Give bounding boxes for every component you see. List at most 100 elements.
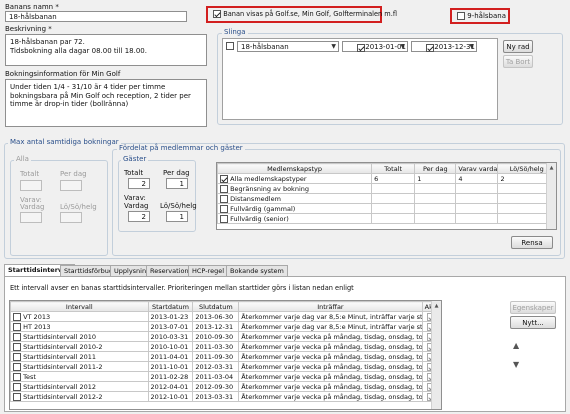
table-cell[interactable]: 2010-10-01 bbox=[147, 341, 194, 352]
gaster-totalt-input[interactable]: 2 bbox=[128, 178, 150, 189]
ta-bort-button[interactable]: Ta Bort bbox=[503, 55, 533, 68]
move-up-icon[interactable]: ▲ bbox=[513, 341, 519, 350]
table-cell[interactable]: 2013-12-31 bbox=[192, 321, 240, 332]
scroll-up-icon[interactable]: ▲ bbox=[547, 163, 556, 173]
table-row[interactable]: Fullvärdig (senior) bbox=[217, 213, 556, 224]
beskrivning-textarea[interactable]: 18-hålsbanan par 72. Tidsbokning alla da… bbox=[5, 34, 207, 66]
table-cell[interactable]: 2011-02-28 bbox=[147, 371, 194, 382]
table-cell[interactable]: 6 bbox=[371, 173, 416, 184]
table-cell[interactable]: Återkommer varje vecka på måndag, tisdag… bbox=[238, 331, 423, 342]
row-checkbox[interactable] bbox=[13, 382, 21, 391]
egenskaper-button[interactable]: Egenskaper bbox=[510, 301, 556, 314]
table-cell[interactable]: Fullvärdig (senior) bbox=[217, 213, 373, 224]
table-row[interactable]: HT 2013 2013-07-01 2013-12-31 Återkommer va… bbox=[10, 321, 441, 332]
table-cell[interactable]: Fullvärdig (gammal) bbox=[217, 203, 373, 214]
alla-helg-input[interactable] bbox=[60, 212, 82, 223]
table-cell[interactable]: Distansmedlem bbox=[217, 193, 373, 204]
table-row[interactable]: Fullvärdig (gammal) bbox=[217, 203, 556, 214]
table-cell[interactable]: 2012-09-30 bbox=[192, 381, 240, 392]
table-cell[interactable]: 2012-10-01 bbox=[147, 391, 194, 402]
table-cell[interactable]: Starttidsintervall 2010-2 bbox=[10, 341, 149, 352]
move-down-icon[interactable]: ▼ bbox=[513, 360, 519, 369]
nine-hole-checkbox-box[interactable] bbox=[457, 12, 465, 20]
table-cell[interactable] bbox=[371, 213, 416, 224]
slinga-from-checkbox[interactable] bbox=[357, 44, 365, 52]
slinga-to-date[interactable]: 2013-12-31 ▼ bbox=[411, 41, 477, 52]
slinga-from-date[interactable]: 2013-01-01 ▼ bbox=[342, 41, 408, 52]
bokningsinfo-textarea[interactable]: Under tiden 1/4 - 31/10 är 4 tider per t… bbox=[5, 79, 207, 127]
table-cell[interactable]: 4 bbox=[455, 173, 499, 184]
table-cell[interactable]: Starttidsintervall 2011 bbox=[10, 351, 149, 362]
table-cell[interactable]: Återkommer varje dag var 8,5:e Minut, in… bbox=[238, 311, 423, 322]
table-cell[interactable]: 2011-03-04 bbox=[192, 371, 240, 382]
table-cell[interactable]: 2012-03-31 bbox=[192, 361, 240, 372]
alla-totalt-input[interactable] bbox=[20, 180, 42, 191]
table-cell[interactable]: 2012-04-01 bbox=[147, 381, 194, 392]
tab-hcp-regel[interactable]: HCP-regel bbox=[188, 265, 229, 276]
table-row[interactable]: Starttidsintervall 2010-2 2010-10-01 2011-… bbox=[10, 341, 441, 352]
rensa-button[interactable]: Rensa bbox=[511, 236, 553, 249]
row-checkbox[interactable] bbox=[220, 174, 228, 183]
table-cell[interactable]: HT 2013 bbox=[10, 321, 149, 332]
table-cell[interactable]: 2010-03-31 bbox=[147, 331, 194, 342]
gaster-helg-input[interactable]: 1 bbox=[166, 211, 188, 222]
row-checkbox[interactable] bbox=[13, 372, 21, 381]
row-checkbox[interactable] bbox=[13, 342, 21, 351]
table-cell[interactable]: Test bbox=[10, 371, 149, 382]
table-cell[interactable]: Starttidsintervall 2010 bbox=[10, 331, 149, 342]
table-cell[interactable]: 1 bbox=[414, 173, 457, 184]
table-cell[interactable] bbox=[455, 193, 499, 204]
nine-hole-checkbox[interactable]: 9-hålsbana bbox=[457, 12, 506, 20]
table-row[interactable]: VT 2013 2013-01-23 2013-06-30 Återkommer va… bbox=[10, 311, 441, 322]
alla-vardag-input[interactable] bbox=[20, 212, 42, 223]
row-checkbox[interactable] bbox=[13, 392, 21, 401]
table-row[interactable]: Test 2011-02-28 2011-03-04 Återkommer varje… bbox=[10, 371, 441, 382]
table-cell[interactable] bbox=[371, 183, 416, 194]
interval-scrollbar[interactable]: ▲ bbox=[431, 301, 441, 409]
table-row[interactable]: Starttidsintervall 2012-2 2012-10-01 2013-… bbox=[10, 391, 441, 402]
table-cell[interactable]: Starttidsintervall 2012 bbox=[10, 381, 149, 392]
table-cell[interactable]: Återkommer varje vecka på måndag, tisdag… bbox=[238, 371, 423, 382]
table-cell[interactable]: Återkommer varje dag var 8,5:e Minut, in… bbox=[238, 321, 423, 332]
slinga-to-checkbox[interactable] bbox=[426, 44, 434, 52]
scroll-up-icon[interactable]: ▲ bbox=[432, 301, 441, 311]
row-checkbox[interactable] bbox=[13, 352, 21, 361]
table-cell[interactable]: Återkommer varje vecka på måndag, tisdag… bbox=[238, 341, 423, 352]
row-checkbox[interactable] bbox=[13, 362, 21, 371]
table-cell[interactable]: 2013-03-31 bbox=[192, 391, 240, 402]
row-checkbox[interactable] bbox=[13, 332, 21, 341]
table-cell[interactable] bbox=[455, 183, 499, 194]
table-cell[interactable]: 2011-09-30 bbox=[192, 351, 240, 362]
table-cell[interactable]: 2011-04-01 bbox=[147, 351, 194, 362]
tab-starttidsforbud[interactable]: Starttidsförbud bbox=[60, 265, 118, 276]
table-cell[interactable] bbox=[414, 183, 457, 194]
table-cell[interactable]: 2011-03-30 bbox=[192, 341, 240, 352]
table-cell[interactable]: Starttidsintervall 2012-2 bbox=[10, 391, 149, 402]
table-cell[interactable]: Starttidsintervall 2011-2 bbox=[10, 361, 149, 372]
table-cell[interactable] bbox=[371, 203, 416, 214]
table-cell[interactable]: 2011-10-01 bbox=[147, 361, 194, 372]
tab-bokande-system[interactable]: Bokande system bbox=[226, 265, 288, 276]
tab-reservation[interactable]: Reservation bbox=[146, 265, 193, 276]
nytt-button[interactable]: Nytt... bbox=[510, 316, 556, 329]
row-checkbox[interactable] bbox=[13, 312, 21, 321]
alla-per-dag-input[interactable] bbox=[60, 180, 82, 191]
table-row[interactable]: Starttidsintervall 2011-2 2011-10-01 2012-… bbox=[10, 361, 441, 372]
table-cell[interactable] bbox=[455, 213, 499, 224]
table-cell[interactable] bbox=[414, 213, 457, 224]
slinga-row[interactable] bbox=[226, 42, 234, 50]
slinga-row-checkbox[interactable] bbox=[226, 42, 234, 50]
slinga-name-select[interactable]: 18-hålsbanan ▼ bbox=[237, 41, 339, 52]
table-cell[interactable]: 2013-07-01 bbox=[147, 321, 194, 332]
gaster-per-dag-input[interactable]: 1 bbox=[166, 178, 188, 189]
table-cell[interactable] bbox=[455, 203, 499, 214]
table-row[interactable]: Starttidsintervall 2010 2010-03-31 2010-09… bbox=[10, 331, 441, 342]
table-cell[interactable]: 2010-09-30 bbox=[192, 331, 240, 342]
banans-namn-input[interactable]: 18-hålsbanan bbox=[5, 11, 187, 22]
table-cell[interactable]: VT 2013 bbox=[10, 311, 149, 322]
table-cell[interactable]: Alla medlemskapstyper bbox=[217, 173, 373, 184]
table-row[interactable]: Distansmedlem bbox=[217, 193, 556, 204]
table-cell[interactable]: Återkommer varje vecka på måndag, tisdag… bbox=[238, 381, 423, 392]
ny-rad-button[interactable]: Ny rad bbox=[503, 40, 533, 53]
table-row[interactable]: Starttidsintervall 2011 2011-04-01 2011-09… bbox=[10, 351, 441, 362]
